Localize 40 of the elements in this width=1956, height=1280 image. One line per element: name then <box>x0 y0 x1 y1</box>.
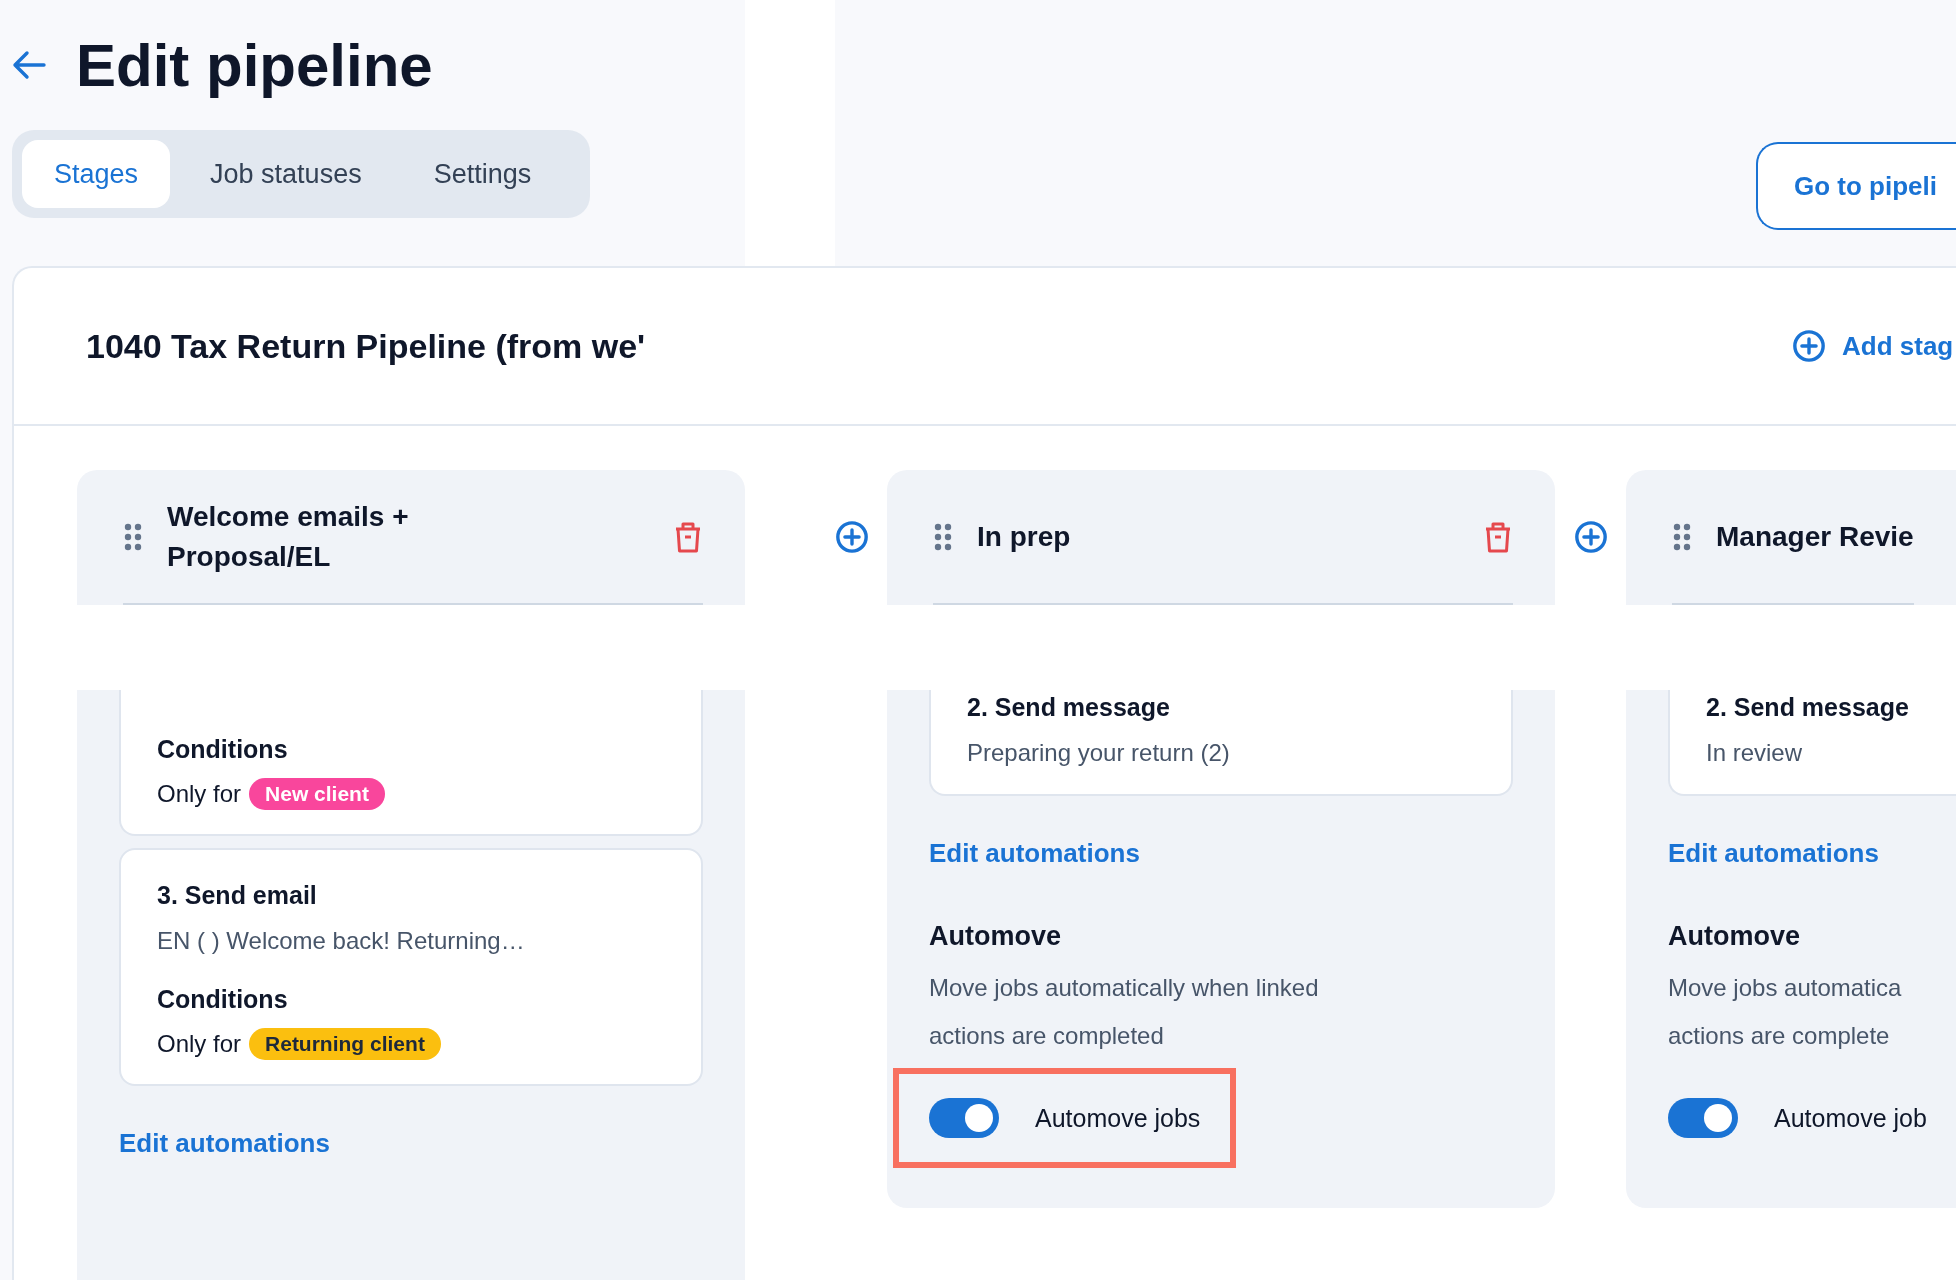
drag-handle-icon[interactable] <box>123 521 143 552</box>
page-title: Edit pipeline <box>76 30 433 100</box>
automove-toggle[interactable] <box>929 1098 999 1138</box>
toggle-label: Automove job <box>1774 1103 1927 1133</box>
tab[interactable]: Settings <box>401 140 564 208</box>
automove-title: Automove <box>1668 921 1801 952</box>
action-title: 2. Send message <box>967 692 1171 723</box>
back-arrow-icon[interactable] <box>12 50 46 80</box>
client-tag: New client <box>249 778 385 810</box>
conditions-label: Conditions <box>157 984 289 1015</box>
automove-description: actions are complete <box>1668 1021 1891 1051</box>
stage-name: Welcome emails + Proposal/EL <box>167 500 410 574</box>
automove-description: Move jobs automatica <box>1668 973 1903 1003</box>
tab[interactable]: Stages <box>22 140 171 208</box>
stage-name: Manager Revie <box>1716 519 1914 554</box>
tab[interactable]: Job statuses <box>178 140 394 208</box>
add-stage-button[interactable]: Add stag <box>1792 329 1956 363</box>
condition-text: Only for <box>157 780 242 808</box>
drag-handle-icon[interactable] <box>933 521 953 552</box>
go-to-pipeline-button[interactable]: Go to pipeli <box>1756 142 1956 230</box>
drag-handle-icon[interactable] <box>1672 521 1692 552</box>
pipeline-name: 1040 Tax Return Pipeline (from we' <box>85 326 647 366</box>
automove-description: actions are completed <box>929 1021 1165 1051</box>
toggle-label: Automove jobs <box>1035 1103 1201 1133</box>
stage-name: In prep <box>977 519 1071 554</box>
condition-text: Only for <box>157 1030 242 1058</box>
automove-title: Automove <box>929 921 1062 952</box>
edit-automations-link[interactable]: Edit automations <box>929 838 1140 869</box>
action-detail: In review <box>1706 738 1804 768</box>
action-title: 3. Send email <box>157 880 318 911</box>
plus-icon <box>1792 329 1826 363</box>
action-detail: Preparing your return (2) <box>967 738 1231 768</box>
action-title: 2. Send message <box>1706 692 1910 723</box>
automove-toggle[interactable] <box>1668 1098 1738 1138</box>
conditions-label: Conditions <box>157 734 289 765</box>
edit-automations-link[interactable]: Edit automations <box>119 1128 330 1159</box>
client-tag: Returning client <box>249 1028 441 1060</box>
action-detail: EN ( ) Welcome back! Returning… <box>157 926 526 956</box>
automove-description: Move jobs automatically when linked <box>929 973 1320 1003</box>
edit-automations-link[interactable]: Edit automations <box>1668 838 1879 869</box>
